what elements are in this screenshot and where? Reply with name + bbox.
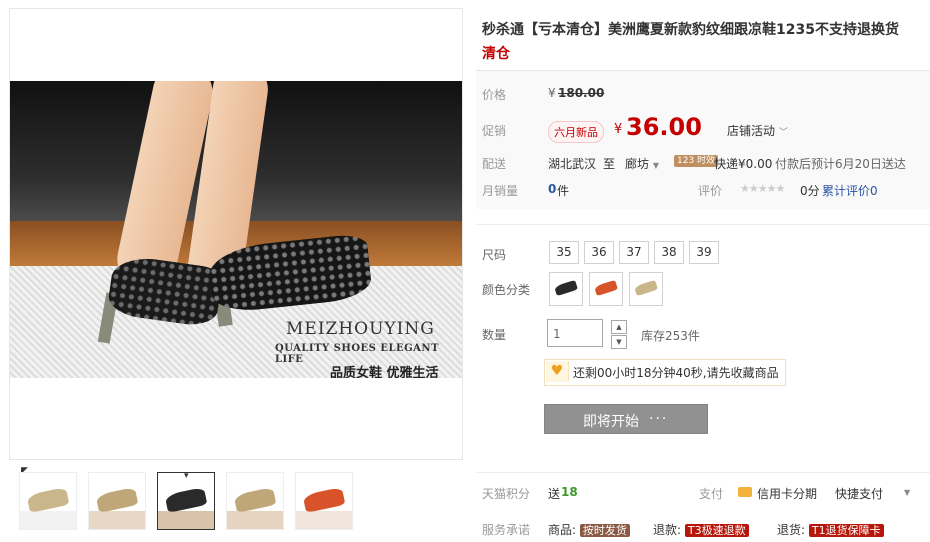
quantity-decrease-button[interactable]: ▼ [611,335,627,349]
thumbnail-active[interactable]: ▾ [157,472,215,530]
coming-soon-button[interactable]: 即将开始 ··· [544,404,708,434]
service-return-tag[interactable]: T1退货保障卡 [808,524,884,537]
monthly-sales-value: 0 [548,182,557,196]
quantity-label: 数量 [482,328,507,342]
thumbnail-strip: ◤ ▾ [9,466,461,534]
size-option-38[interactable]: 38 [654,241,684,264]
ship-from: 湖北武汉 [548,157,597,171]
shipping-label: 配送 [482,157,507,171]
product-title-highlight: 清仓 [482,46,510,62]
monthly-sales-label: 月销量 [482,184,519,198]
thumbnail-shoe [95,487,139,513]
service-goods-tag[interactable]: 按时发货 [579,524,630,537]
service-label: 服务承诺 [482,523,531,537]
countdown-text: 还剩00小时18分钟40秒,请先收藏商品 [573,366,779,380]
chevron-down-icon: ﹀ [778,128,788,138]
service-refund: 退款: T3极速退款 [653,521,749,538]
shipping-eta: 付款后预计6月20日送达 [775,157,906,171]
thumbnail-floor [158,511,214,529]
service-refund-label: 退款: [653,523,682,537]
color-swatch-shoe [553,279,579,297]
size-option-35[interactable]: 35 [549,241,579,264]
service-refund-tag[interactable]: T3极速退款 [684,524,749,537]
thumbnail-floor [227,511,283,529]
color-label: 颜色分类 [482,283,531,297]
thumbnail-floor [20,511,76,529]
thumbnail[interactable] [19,472,77,530]
caret-down-icon: ▼ [652,161,659,170]
color-swatch-shoe [593,279,619,297]
thumbnail-shoe [164,487,208,513]
product-title: 秒杀通【亏本清仓】美洲鹰夏新款豹纹细跟凉鞋1235不支持退换货 清仓 [482,18,927,66]
thumbnail[interactable] [88,472,146,530]
caret-down-icon[interactable]: ▼ [904,488,910,497]
credit-card-icon [738,487,752,497]
service-goods: 商品: 按时发货 [548,521,630,538]
points-send: 送 [548,487,561,501]
service-goods-label: 商品: [548,523,577,537]
price-label: 价格 [482,88,507,102]
coming-soon-label: 即将开始 [583,414,639,430]
review-count-link[interactable]: 累计评价0 [822,182,878,199]
color-swatch-shoe [633,279,659,297]
store-activity-label: 店铺活动 [727,124,776,138]
rating-stars-icon: ★★★★★ [740,182,785,195]
thumbnail[interactable] [295,472,353,530]
promo-label: 促销 [482,124,507,138]
shipping-fee: 快递¥0.00 [714,157,773,171]
countdown-notice: ♥ 还剩00小时18分钟40秒,请先收藏商品 [544,359,786,386]
service-return: 退货: T1退货保障卡 [777,521,884,538]
service-return-label: 退货: [777,523,806,537]
quantity-input[interactable]: 1 [547,319,603,347]
color-option-black[interactable] [549,272,583,306]
thumbnail[interactable] [226,472,284,530]
coming-soon-dots: ··· [649,411,669,427]
size-option-36[interactable]: 36 [584,241,614,264]
rating-label: 评价 [698,184,723,198]
quantity-increase-button[interactable]: ▲ [611,320,627,334]
color-option-orange[interactable] [589,272,623,306]
points-label: 天猫积分 [482,487,531,501]
delivery-time-badge: 123 时效 [674,155,719,167]
rating-score: 0分 [800,184,820,198]
product-title-text: 秒杀通【亏本清仓】美洲鹰夏新款豹纹细跟凉鞋1235不支持退换货 [482,22,899,38]
ship-to-value: 廊坊 [625,157,650,171]
thumbnail-shoe [233,487,277,513]
store-activity-link[interactable]: 店铺活动 ﹀ [727,122,788,139]
color-option-gold[interactable] [629,272,663,306]
divider [476,472,930,473]
lightbulb-icon: ♥ [546,361,569,382]
promo-price: 36.00 [626,113,702,141]
monthly-sales-unit: 件 [557,184,570,198]
stock-text: 库存253件 [641,329,700,343]
credit-card-installment[interactable]: 信用卡分期 [757,485,817,502]
original-price: 180.00 [558,86,605,100]
quick-pay[interactable]: 快捷支付 [835,485,883,502]
thumbnail-floor [89,511,145,529]
ship-to-select[interactable]: 廊坊 ▼ [625,155,659,172]
size-option-39[interactable]: 39 [689,241,719,264]
image-slogan: 品质女鞋 优雅生活 [330,366,439,378]
main-product-image[interactable]: MEIZHOUYING QUALITY SHOES ELEGANT LIFE 品… [10,81,462,378]
thumbnail-pointer-icon: ▾ [184,472,189,481]
original-price-symbol: ¥ [548,86,556,100]
size-option-37[interactable]: 37 [619,241,649,264]
promo-price-symbol: ¥ [614,122,623,137]
promo-badge: 六月新品 [548,121,604,143]
thumbnail-floor [296,511,352,529]
thumbnail-shoe [26,487,70,513]
product-gallery: MEIZHOUYING QUALITY SHOES ELEGANT LIFE 品… [9,8,463,460]
points-value: 18 [561,485,578,499]
ship-to-word: 至 [603,157,616,171]
divider [476,224,930,225]
pay-label: 支付 [699,487,724,501]
image-brand-text: MEIZHOUYING [286,319,435,339]
thumbnail-shoe [302,487,346,513]
size-label: 尺码 [482,248,507,262]
